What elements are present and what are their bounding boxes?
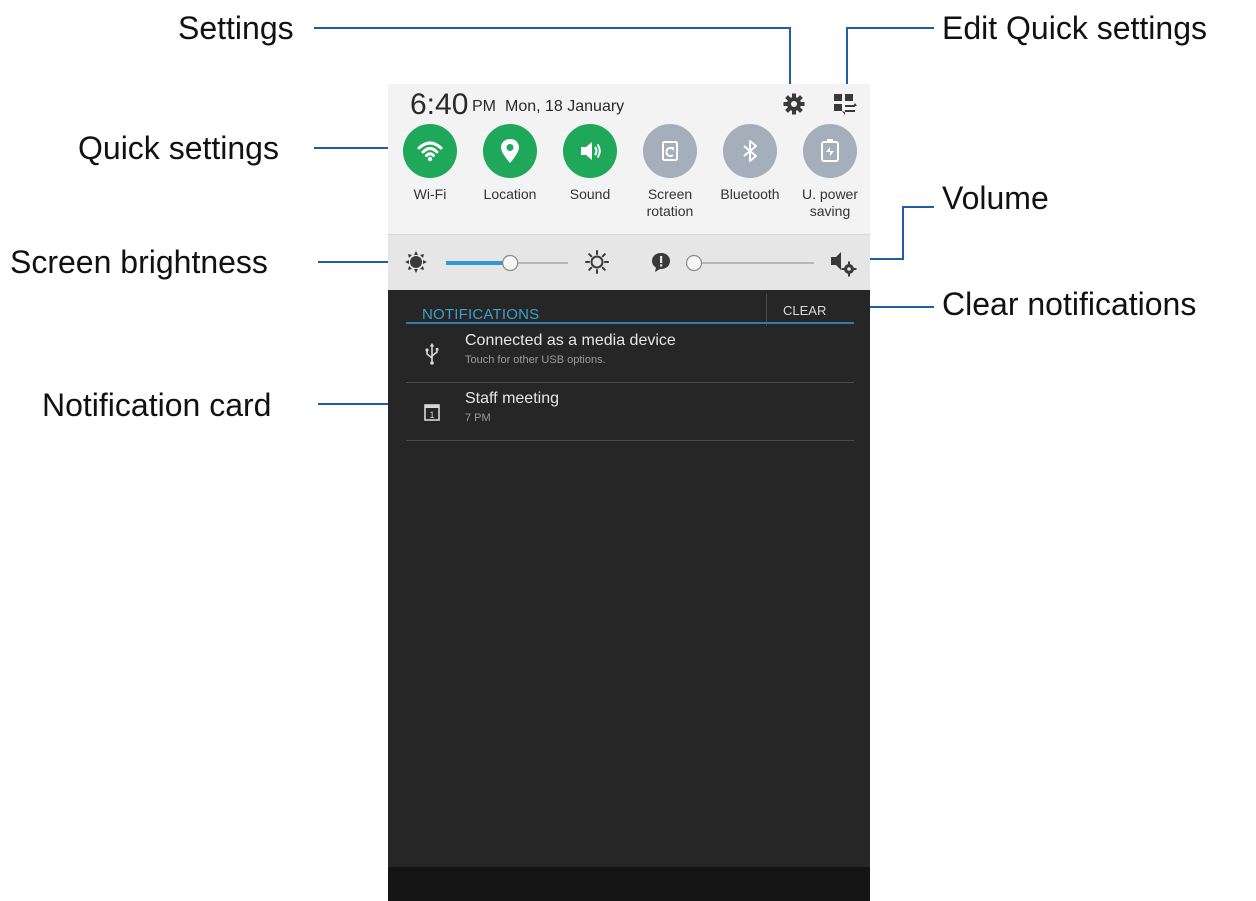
- callout-notification-card: Notification card: [42, 387, 272, 423]
- leader-volume-drop: [902, 206, 904, 260]
- notifications-header: NOTIFICATIONS: [422, 306, 540, 323]
- leader-edit: [846, 27, 934, 29]
- quick-tile-screen-rotation[interactable]: Screen rotation: [630, 124, 710, 220]
- leader-volume: [902, 206, 934, 208]
- leader-quick-settings: [314, 147, 394, 149]
- location-pin-icon: [483, 124, 537, 178]
- wifi-icon: [403, 124, 457, 178]
- speaker-icon: [563, 124, 617, 178]
- callout-clear-notifications: Clear notifications: [942, 286, 1197, 322]
- quick-tile-location[interactable]: Location: [470, 124, 550, 203]
- leader-settings: [314, 27, 791, 29]
- notification-subtitle: 7 PM: [465, 412, 491, 424]
- brightness-slider[interactable]: [446, 253, 568, 273]
- leader-edit-drop: [846, 27, 848, 89]
- leader-brightness: [318, 261, 394, 263]
- settings-gear-icon[interactable]: [782, 92, 806, 116]
- quick-tile-label: U. power saving: [801, 186, 859, 219]
- edit-quick-settings-icon[interactable]: [833, 93, 857, 115]
- callout-edit-quick-settings: Edit Quick settings: [942, 10, 1207, 46]
- quick-tile-label: Sound: [569, 186, 611, 202]
- notification-subtitle: Touch for other USB options.: [465, 354, 606, 366]
- clock-date: Mon, 18 January: [505, 98, 625, 115]
- notification-title: Connected as a media device: [465, 332, 676, 349]
- callout-volume: Volume: [942, 180, 1049, 216]
- navigation-bar: [388, 867, 870, 901]
- leader-notification-card: [318, 403, 394, 405]
- volume-slider[interactable]: [686, 253, 814, 273]
- quick-tile-power-saving[interactable]: U. power saving: [790, 124, 870, 220]
- auto-brightness-icon[interactable]: [404, 250, 428, 274]
- quick-tile-wifi[interactable]: Wi-Fi: [390, 124, 470, 203]
- calendar-icon: 1: [424, 404, 440, 421]
- quick-tile-bluetooth[interactable]: Bluetooth: [710, 124, 790, 203]
- notifications-area: NOTIFICATIONS CLEAR Connected as a media…: [388, 290, 870, 901]
- vibrate-mode-icon[interactable]: [650, 251, 672, 273]
- status-header: 6:40 PM Mon, 18 January Wi-Fi Location S…: [388, 84, 870, 234]
- notification-title: Staff meeting: [465, 390, 559, 407]
- callout-settings: Settings: [178, 10, 294, 46]
- leader-volume-in: [866, 258, 904, 260]
- slider-row: [388, 234, 870, 291]
- usb-icon: [425, 343, 439, 365]
- notification-panel: 6:40 PM Mon, 18 January Wi-Fi Location S…: [388, 84, 870, 901]
- leader-settings-drop: [789, 27, 791, 89]
- notification-card[interactable]: Connected as a media device Touch for ot…: [406, 326, 854, 383]
- quick-tile-sound[interactable]: Sound: [550, 124, 630, 203]
- screen-rotation-icon: [643, 124, 697, 178]
- callout-quick-settings: Quick settings: [78, 130, 279, 166]
- power-saving-icon: [803, 124, 857, 178]
- quick-tile-label: Wi-Fi: [413, 186, 447, 202]
- svg-text:1: 1: [429, 410, 434, 420]
- quick-tile-label: Location: [483, 186, 537, 202]
- bluetooth-icon: [723, 124, 777, 178]
- volume-settings-icon[interactable]: [829, 249, 857, 277]
- brightness-max-icon: [585, 250, 609, 274]
- quick-tile-label: Screen rotation: [646, 186, 694, 219]
- callout-screen-brightness: Screen brightness: [10, 244, 268, 280]
- clock-ampm: PM: [472, 98, 496, 115]
- quick-tile-label: Bluetooth: [720, 186, 780, 202]
- notification-card[interactable]: 1 Staff meeting 7 PM: [406, 384, 854, 441]
- clock-time: 6:40: [410, 88, 469, 121]
- notifications-divider: [406, 322, 854, 324]
